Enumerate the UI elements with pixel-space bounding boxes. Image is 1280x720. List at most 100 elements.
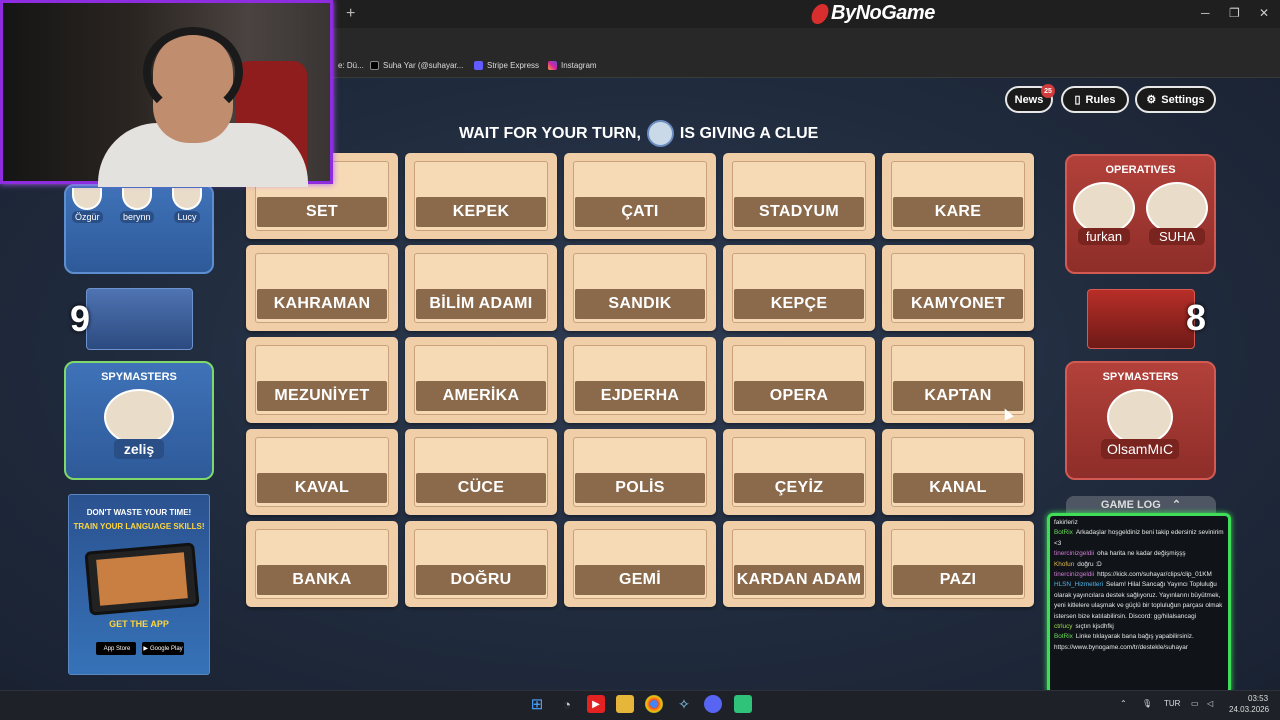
play-icon: ▶ [143, 646, 148, 652]
restore-icon[interactable]: ❐ [1229, 6, 1240, 20]
card-word: KARE [893, 197, 1023, 227]
app-icon[interactable] [734, 695, 752, 713]
monitor-icon[interactable]: ▭ [1191, 699, 1199, 708]
settings-label: Settings [1161, 93, 1205, 106]
word-card[interactable]: KEPEK [405, 153, 557, 239]
new-tab-button[interactable]: + [346, 5, 355, 23]
player-card[interactable]: Lucy [172, 188, 202, 223]
close-icon[interactable]: ✕ [1259, 6, 1269, 20]
chat-text: Linke tıklayarak bana bağış yapabilirsin… [1054, 633, 1194, 651]
minimize-icon[interactable]: ─ [1201, 6, 1210, 20]
card-word: STADYUM [734, 197, 864, 227]
spymaster-card[interactable]: zeliş [104, 389, 174, 459]
chat-text: sıçtın kjsdhfkj [1075, 623, 1114, 631]
card-word: KAMYONET [893, 289, 1023, 319]
word-card[interactable]: ÇATI [564, 153, 716, 239]
player-avatar [172, 188, 202, 210]
word-card[interactable]: KARE [882, 153, 1034, 239]
player-card[interactable]: furkan [1073, 182, 1135, 245]
player-avatar [121, 188, 152, 210]
chevron-up-icon: ⌃ [1171, 499, 1182, 511]
player-card[interactable]: SUHA [1146, 182, 1208, 245]
word-card[interactable]: DOĞRU [405, 521, 557, 607]
word-card[interactable]: ÇEYİZ [723, 429, 875, 515]
news-button[interactable]: News 25 [1005, 84, 1055, 113]
bookmark-label: Instagram [561, 61, 597, 70]
bynogame-logo[interactable]: ByNoGame [809, 2, 935, 25]
network-app-icon[interactable]: ✧ [675, 695, 693, 713]
word-card[interactable]: EJDERHA [564, 337, 716, 423]
word-card[interactable]: CÜCE [405, 429, 557, 515]
word-card[interactable]: STADYUM [723, 153, 875, 239]
chat-username: BotRix [1054, 633, 1073, 641]
windows-start-icon[interactable]: ⊞ [528, 695, 546, 713]
card-word: ÇATI [575, 197, 705, 227]
bookmark-item-tiktok[interactable]: Suha Yar (@suhayar... [370, 61, 463, 70]
bookmark-item-instagram[interactable]: Instagram [548, 61, 597, 70]
headset-icon [143, 27, 243, 117]
app-ad[interactable]: DON'T WASTE YOUR TIME! TRAIN YOUR LANGUA… [68, 494, 210, 675]
chat-message: HLSN_Hizmetleri Selam! Hilal Sancağı Yayı… [1054, 580, 1224, 622]
word-card[interactable]: KAVAL [246, 429, 398, 515]
card-word: KARDAN ADAM [734, 565, 864, 595]
player-name: furkan [1077, 228, 1131, 245]
mic-icon[interactable]: 🎙 [1142, 699, 1152, 708]
card-word: KANAL [893, 473, 1023, 503]
clock-time[interactable]: 03:53 [1248, 694, 1268, 703]
operatives-title: OPERATIVES [1105, 164, 1176, 176]
settings-button[interactable]: ⚙ Settings [1135, 86, 1216, 113]
language-indicator[interactable]: TUR [1164, 699, 1180, 708]
youtube-icon[interactable]: ▶ [587, 695, 605, 713]
app-store-badge[interactable]: App Store [96, 642, 136, 655]
blue-operatives-panel: Özgür berynn Lucy [64, 184, 214, 274]
word-card[interactable]: GEMİ [564, 521, 716, 607]
blue-score: 9 [70, 298, 91, 339]
card-word: SANDIK [575, 289, 705, 319]
chat-message: BotRix Linke tıklayarak bana bağış yapabi… [1054, 632, 1224, 653]
card-word: PAZI [893, 565, 1023, 595]
card-word: POLİS [575, 473, 705, 503]
word-card[interactable]: AMERİKA [405, 337, 557, 423]
word-card[interactable]: KEPÇE [723, 245, 875, 331]
word-card[interactable]: POLİS [564, 429, 716, 515]
google-play-badge[interactable]: ▶ Google Play [142, 642, 184, 655]
spymaster-card[interactable]: OlsamMıC [1101, 389, 1180, 459]
player-card[interactable]: Özgür [72, 188, 103, 223]
chrome-icon[interactable] [645, 695, 663, 713]
bookmark-item[interactable]: e: Dü... [338, 61, 364, 70]
card-word: CÜCE [416, 473, 546, 503]
chat-message: tinercinizgeldii oha harita ne kadar deği… [1054, 549, 1224, 559]
chat-message: Khofun doğru :D [1054, 560, 1224, 570]
bookmark-icon: ▯ [1074, 94, 1081, 106]
game-log-label: GAME LOG [1100, 499, 1161, 511]
red-operatives-panel: OPERATIVES furkan SUHA [1065, 154, 1216, 274]
word-card[interactable]: BANKA [246, 521, 398, 607]
rules-label: Rules [1085, 93, 1116, 106]
bookmark-item-stripe[interactable]: Stripe Express [474, 61, 539, 70]
ad-cta[interactable]: GET THE APP [69, 619, 209, 629]
word-card[interactable]: PAZI [882, 521, 1034, 607]
folder-icon[interactable] [616, 695, 634, 713]
word-card[interactable]: KAMYONET [882, 245, 1034, 331]
red-score: 8 [1186, 297, 1207, 338]
discord-icon[interactable] [704, 695, 722, 713]
player-card[interactable]: berynn [120, 188, 154, 223]
word-card[interactable]: OPERA [723, 337, 875, 423]
word-card[interactable]: KARDAN ADAM [723, 521, 875, 607]
word-card[interactable]: KANAL [882, 429, 1034, 515]
stream-chat-overlay: fakirleriz BotRix Arkadaşlar hoşgeldiniz b… [1047, 513, 1231, 695]
word-card[interactable]: KAHRAMAN [246, 245, 398, 331]
blue-score-card [86, 288, 193, 350]
chat-text: Arkadaşlar hoşgeldiniz beni takip edersi… [1054, 529, 1224, 547]
card-word: GEMİ [575, 565, 705, 595]
clock-date[interactable]: 24.03.2026 [1229, 705, 1269, 714]
banner-avatar [646, 120, 674, 147]
word-card[interactable]: MEZUNİYET [246, 337, 398, 423]
card-word: KAPTAN [893, 381, 1023, 411]
volume-icon[interactable]: ◁ [1207, 699, 1213, 708]
rules-button[interactable]: ▯ Rules [1061, 86, 1129, 113]
speedometer-icon[interactable]: ◔ [558, 695, 576, 713]
chevron-up-icon[interactable]: ⌃ [1120, 699, 1127, 708]
word-card[interactable]: SANDIK [564, 245, 716, 331]
word-card[interactable]: BİLİM ADAMI [405, 245, 557, 331]
